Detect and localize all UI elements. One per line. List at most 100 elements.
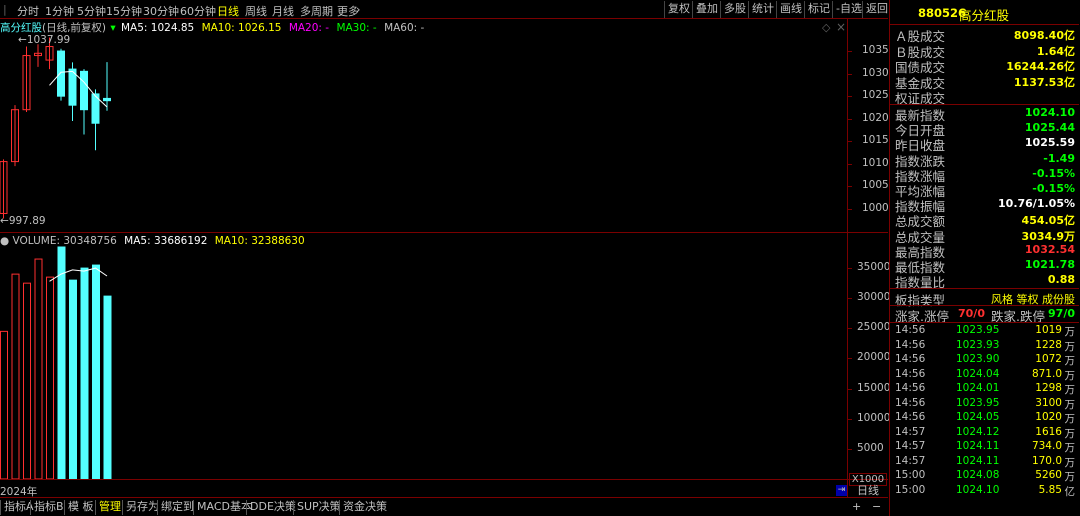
volume-plot — [0, 246, 112, 479]
tick-volume: 5.85 — [1038, 483, 1062, 496]
tick-volume: 1019 — [1035, 324, 1062, 336]
candle-down — [80, 70, 88, 111]
tick-price: 1024.11 — [956, 440, 1000, 452]
volume-bar — [23, 282, 31, 479]
stat-value: -0.15% — [1032, 166, 1075, 180]
period-monthly[interactable]: 月线 — [272, 3, 294, 19]
y-tick-mark — [848, 96, 852, 98]
volume-tick-label: 20000 — [857, 351, 891, 364]
time-axis-line — [0, 479, 888, 480]
tick-row: 14:56 1023.95 3100 万 — [890, 397, 1079, 412]
tick-price: 1024.04 — [956, 367, 1000, 380]
tick-row: 14:56 1024.01 1298 万 — [890, 382, 1079, 397]
tick-row: 15:00 1024.10 5.85 亿 — [890, 484, 1079, 499]
tab-sup[interactable]: SUP决策 — [293, 500, 344, 515]
tick-row: 14:56 1023.95 1019 万 — [890, 324, 1079, 339]
index-type-row: 板指类型 风格 等权 成份股 — [890, 290, 1079, 308]
stat-row: 指数量比 0.88 — [890, 272, 1079, 290]
tick-volume: 1020 — [1035, 411, 1062, 423]
low-price-label: ←997.89 — [0, 215, 46, 227]
statistics-button[interactable]: 统计 — [748, 1, 776, 18]
tab-template[interactable]: 模 板 — [64, 500, 97, 515]
y-tick-mark — [848, 118, 852, 120]
updown-row: 涨家.涨停 70/0 跌家.跌停 97/0 — [890, 306, 1079, 324]
indicator-tabs: 指标A 指标B 模 板 管理 另存为 绑定到 MACD基本 DDE决策 SUP决… — [0, 497, 888, 516]
volume-bar — [80, 267, 89, 479]
y-tick-mark — [848, 141, 852, 143]
volume-bar — [11, 273, 20, 479]
period-multi[interactable]: 多周期 — [300, 3, 333, 19]
down-value: 97/0 — [1048, 307, 1075, 320]
tick-unit: 万 — [1064, 340, 1076, 353]
period-60min[interactable]: 60分钟 — [180, 3, 216, 19]
multi-stock-button[interactable]: 多股 — [720, 1, 748, 18]
tick-time: 14:56 — [895, 338, 926, 351]
tick-unit: 万 — [1064, 369, 1076, 382]
volume-tick-label: 15000 — [857, 381, 891, 394]
tab-indicator-b[interactable]: 指标B — [30, 500, 67, 515]
tick-unit: 万 — [1064, 326, 1076, 338]
tick-price: 1024.12 — [956, 425, 1000, 438]
turnover-row: 国债成交 16244.26亿 — [890, 57, 1079, 75]
tick-time: 14:56 — [895, 396, 926, 409]
tick-time: 14:57 — [895, 454, 926, 467]
tab-fund[interactable]: 资金决策 — [339, 500, 390, 515]
tick-volume: 5260 — [1035, 469, 1062, 481]
tick-unit: 万 — [1064, 442, 1076, 454]
index-name: 高分红股 — [959, 8, 1010, 23]
candle-down — [103, 97, 111, 102]
zoom-in-button[interactable]: + — [852, 500, 861, 515]
tab-save-as[interactable]: 另存为 — [122, 500, 162, 515]
volume-tick-mark — [848, 328, 852, 330]
high-price-value: 1037.99 — [26, 34, 71, 46]
period-fenshi[interactable]: 分时 — [17, 3, 39, 19]
tick-volume: 1228 — [1035, 338, 1062, 351]
stat-value: -0.15% — [1032, 182, 1075, 195]
period-toolbar: | 分时 1分钟 5分钟 15分钟 30分钟 60分钟 日线 周线 月线 多周期… — [0, 0, 888, 19]
chart-area[interactable]: 高分红股(日线,前复权) ▾ MA5: 1024.85 MA10: 1026.1… — [0, 19, 891, 498]
stat-value: 1024.10 — [1024, 106, 1075, 119]
tick-volume: 1072 — [1035, 353, 1062, 365]
period-15min[interactable]: 15分钟 — [106, 3, 142, 19]
period-30min[interactable]: 30分钟 — [143, 3, 179, 19]
chevron-right-icon[interactable]: › — [356, 3, 360, 16]
y-tick-label: 1000 — [862, 201, 889, 214]
tick-price: 1023.95 — [956, 396, 1000, 409]
tick-volume: 1298 — [1035, 382, 1062, 394]
divider — [890, 288, 1079, 289]
divider — [890, 322, 1079, 323]
y-tick-mark — [848, 186, 852, 188]
stat-row: 指数振幅 10.76/1.05% — [890, 196, 1079, 214]
draw-line-button[interactable]: 画线 — [776, 1, 804, 18]
tick-unit: 万 — [1064, 471, 1076, 483]
stat-value: 10.76/1.05% — [998, 197, 1075, 211]
back-button[interactable]: 返回 — [862, 1, 888, 18]
adjust-button[interactable]: 复权 — [664, 1, 692, 18]
tick-time: 14:57 — [895, 425, 926, 438]
tab-dde[interactable]: DDE决策 — [246, 500, 299, 515]
y-tick-label: 1030 — [862, 66, 889, 79]
tick-row: 14:56 1024.04 871.0 万 — [890, 368, 1079, 383]
stat-row: 最低指数 1021.78 — [890, 257, 1079, 275]
period-indicator[interactable]: 日线 — [848, 482, 888, 497]
stat-row: 总成交量 3034.9万 — [890, 227, 1079, 245]
tab-bind-to[interactable]: 绑定到 — [157, 500, 197, 515]
volume-bar — [46, 276, 54, 479]
y-tick-label: 1035 — [862, 44, 889, 57]
volume-tick-label: 25000 — [857, 321, 891, 334]
tick-volume: 871.0 — [1031, 367, 1062, 380]
mark-button[interactable]: 标记 — [804, 1, 832, 18]
scroll-end-icon[interactable]: ⇥ — [836, 485, 847, 496]
tick-time: 15:00 — [895, 483, 926, 496]
watchlist-remove-button[interactable]: -自选 — [832, 1, 862, 18]
period-5min[interactable]: 5分钟 — [77, 3, 106, 19]
period-1min[interactable]: 1分钟 — [45, 3, 74, 19]
overlay-button[interactable]: 叠加 — [692, 1, 720, 18]
period-weekly[interactable]: 周线 — [245, 3, 267, 19]
zoom-out-button[interactable]: − — [872, 500, 881, 515]
tab-manage[interactable]: 管理 — [95, 500, 124, 515]
stat-row: 指数涨幅 -0.15% — [890, 166, 1079, 184]
tick-price: 1023.93 — [956, 338, 1000, 351]
period-daily[interactable]: 日线 — [217, 3, 239, 19]
stat-value: 1021.78 — [1024, 258, 1075, 271]
